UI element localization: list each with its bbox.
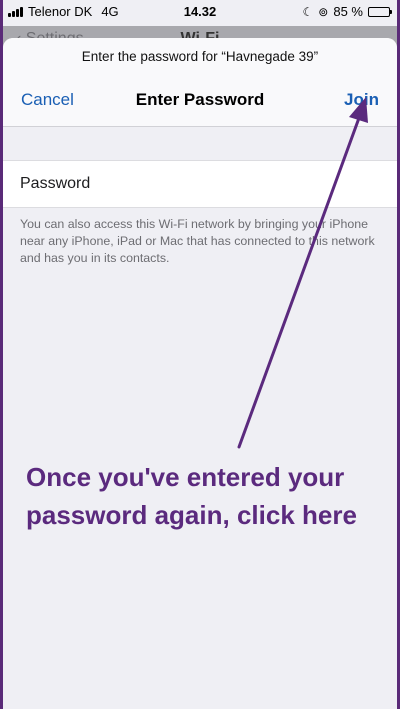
status-bar: Telenor DK 4G 14.32 ☾ ⊚ 85 % xyxy=(0,0,400,26)
battery-percent: 85 % xyxy=(333,4,363,19)
wifi-sharing-note: You can also access this Wi-Fi network b… xyxy=(20,217,375,265)
sheet-title: Enter Password xyxy=(135,90,265,109)
password-row xyxy=(3,160,397,208)
annotation-text: Once you've entered your password again,… xyxy=(26,462,357,530)
network-prompt: Enter the password for “Havnegade 39” xyxy=(81,49,319,64)
sheet-header: Enter the password for “Havnegade 39” Ca… xyxy=(3,38,397,127)
password-sheet: Enter the password for “Havnegade 39” Ca… xyxy=(3,38,397,709)
join-button[interactable]: Join xyxy=(344,90,379,110)
rotation-lock-icon: ⊚ xyxy=(318,4,329,19)
moon-icon: ☾ xyxy=(302,4,314,19)
battery-icon xyxy=(368,6,392,17)
password-field[interactable] xyxy=(20,161,360,207)
